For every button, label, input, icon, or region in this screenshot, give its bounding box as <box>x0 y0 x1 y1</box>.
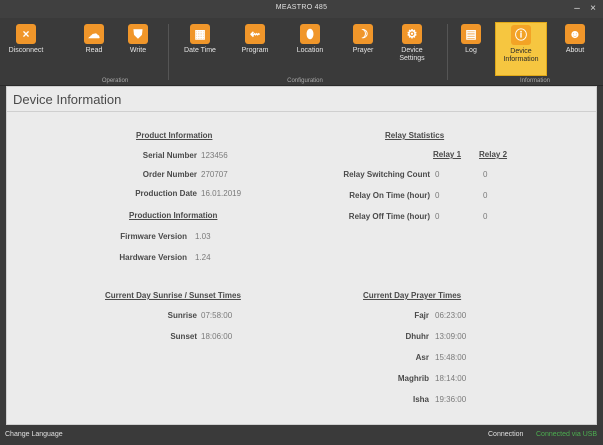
device-information-label: Device Information <box>503 48 539 63</box>
write-button[interactable]: ⛊ Write <box>116 22 160 76</box>
dhuhr-value: 13:09:00 <box>435 332 467 341</box>
calendar-icon: ▦ <box>190 24 210 44</box>
production-information-header: Production Information <box>129 211 218 220</box>
maghrib-label: Maghrib <box>397 374 429 383</box>
users-icon: ☻ <box>565 24 585 44</box>
group-label-operation: Operation <box>101 78 129 84</box>
device-settings-label: Device Settings <box>399 47 425 62</box>
log-label: Log <box>465 47 477 54</box>
about-label: About <box>565 47 585 54</box>
asr-value: 15:48:00 <box>435 353 467 362</box>
relay-switching-count-label: Relay Switching Count <box>343 170 430 179</box>
production-date-label: Production Date <box>135 189 197 198</box>
location-pin-icon: ⬮ <box>300 24 320 44</box>
firmware-version-label: Firmware Version <box>120 232 187 241</box>
connection-status: Connected via USB <box>536 431 598 438</box>
location-button[interactable]: ⬮ Location <box>288 22 332 76</box>
window-title: MEASTRO 485 <box>275 4 328 11</box>
close-button[interactable]: × <box>586 2 600 16</box>
fajr-value: 06:23:00 <box>435 311 467 320</box>
minimize-button[interactable]: – <box>570 2 584 16</box>
relay-switching-count-r1: 0 <box>435 170 440 179</box>
relay-statistics-header: Relay Statistics <box>385 131 445 140</box>
ribbon-toolbar: × Disconnect ☁ Read ⛊ Write Operation ▦ … <box>0 18 603 86</box>
device-information-button[interactable]: ⓘ Device Information <box>495 22 547 76</box>
date-time-label: Date Time <box>184 47 216 54</box>
title-divider <box>7 111 596 112</box>
prayer-label: Prayer <box>352 47 374 54</box>
relay-off-time-label: Relay Off Time (hour) <box>348 212 430 221</box>
relay-1-header: Relay 1 <box>433 150 462 159</box>
read-label: Read <box>85 47 103 54</box>
prayer-times-header: Current Day Prayer Times <box>363 291 462 300</box>
hardware-version-label: Hardware Version <box>119 253 187 262</box>
write-icon: ⛊ <box>128 24 148 44</box>
location-label: Location <box>296 47 324 54</box>
program-button[interactable]: ⇜ Program <box>232 22 278 76</box>
cloud-download-icon: ☁ <box>84 24 104 44</box>
date-time-button[interactable]: ▦ Date Time <box>177 22 223 76</box>
asr-label: Asr <box>415 353 429 362</box>
sunrise-label: Sunrise <box>167 311 197 320</box>
sunrise-value: 07:58:00 <box>201 311 233 320</box>
order-number-value: 270707 <box>201 170 228 179</box>
isha-value: 19:36:00 <box>435 395 467 404</box>
production-date-value: 16.01.2019 <box>201 189 242 198</box>
ribbon-separator <box>168 24 169 80</box>
relay-2-header: Relay 2 <box>479 150 508 159</box>
read-button[interactable]: ☁ Read <box>72 22 116 76</box>
hardware-version-value: 1.24 <box>195 253 211 262</box>
firmware-version-value: 1.03 <box>195 232 211 241</box>
program-label: Program <box>241 47 269 54</box>
about-button[interactable]: ☻ About <box>556 22 594 76</box>
sunset-value: 18:06:00 <box>201 332 233 341</box>
write-label: Write <box>129 47 147 54</box>
prayer-button[interactable]: ☽ Prayer <box>341 22 385 76</box>
product-information-header: Product Information <box>136 131 213 140</box>
order-number-label: Order Number <box>142 170 197 179</box>
sunset-label: Sunset <box>170 332 197 341</box>
log-button[interactable]: ▤ Log <box>454 22 488 76</box>
title-bar: MEASTRO 485 – × <box>0 0 603 18</box>
relay-on-time-r1: 0 <box>435 191 440 200</box>
relay-on-time-label: Relay On Time (hour) <box>349 191 430 200</box>
group-label-configuration: Configuration <box>287 78 323 84</box>
group-label-information: Information <box>519 78 550 84</box>
relay-switching-count-r2: 0 <box>483 170 488 179</box>
relay-on-time-r2: 0 <box>483 191 488 200</box>
maghrib-value: 18:14:00 <box>435 374 467 383</box>
relay-off-time-r1: 0 <box>435 212 440 221</box>
device-settings-button[interactable]: ⚙ Device Settings <box>389 22 435 76</box>
program-icon: ⇜ <box>245 24 265 44</box>
device-information-panel: Device Information Product Information S… <box>6 86 597 425</box>
disconnect-icon: × <box>16 24 36 44</box>
page-title: Device Information <box>13 92 122 107</box>
log-icon: ▤ <box>461 24 481 44</box>
change-language-button[interactable]: Change Language <box>5 431 63 438</box>
ribbon-separator <box>447 24 448 80</box>
isha-label: Isha <box>412 395 429 404</box>
gear-icon: ⚙ <box>402 24 422 44</box>
disconnect-button[interactable]: × Disconnect <box>4 22 48 76</box>
connection-label: Connection <box>488 431 524 438</box>
info-icon: ⓘ <box>511 25 531 45</box>
disconnect-label: Disconnect <box>8 47 44 54</box>
status-bar: Change Language Connection Connected via… <box>0 425 603 445</box>
serial-number-label: Serial Number <box>142 151 197 160</box>
sunrise-sunset-header: Current Day Sunrise / Sunset Times <box>105 291 241 300</box>
fajr-label: Fajr <box>414 311 429 320</box>
dhuhr-label: Dhuhr <box>405 332 429 341</box>
serial-number-value: 123456 <box>201 151 228 160</box>
crescent-icon: ☽ <box>353 24 373 44</box>
relay-off-time-r2: 0 <box>483 212 488 221</box>
